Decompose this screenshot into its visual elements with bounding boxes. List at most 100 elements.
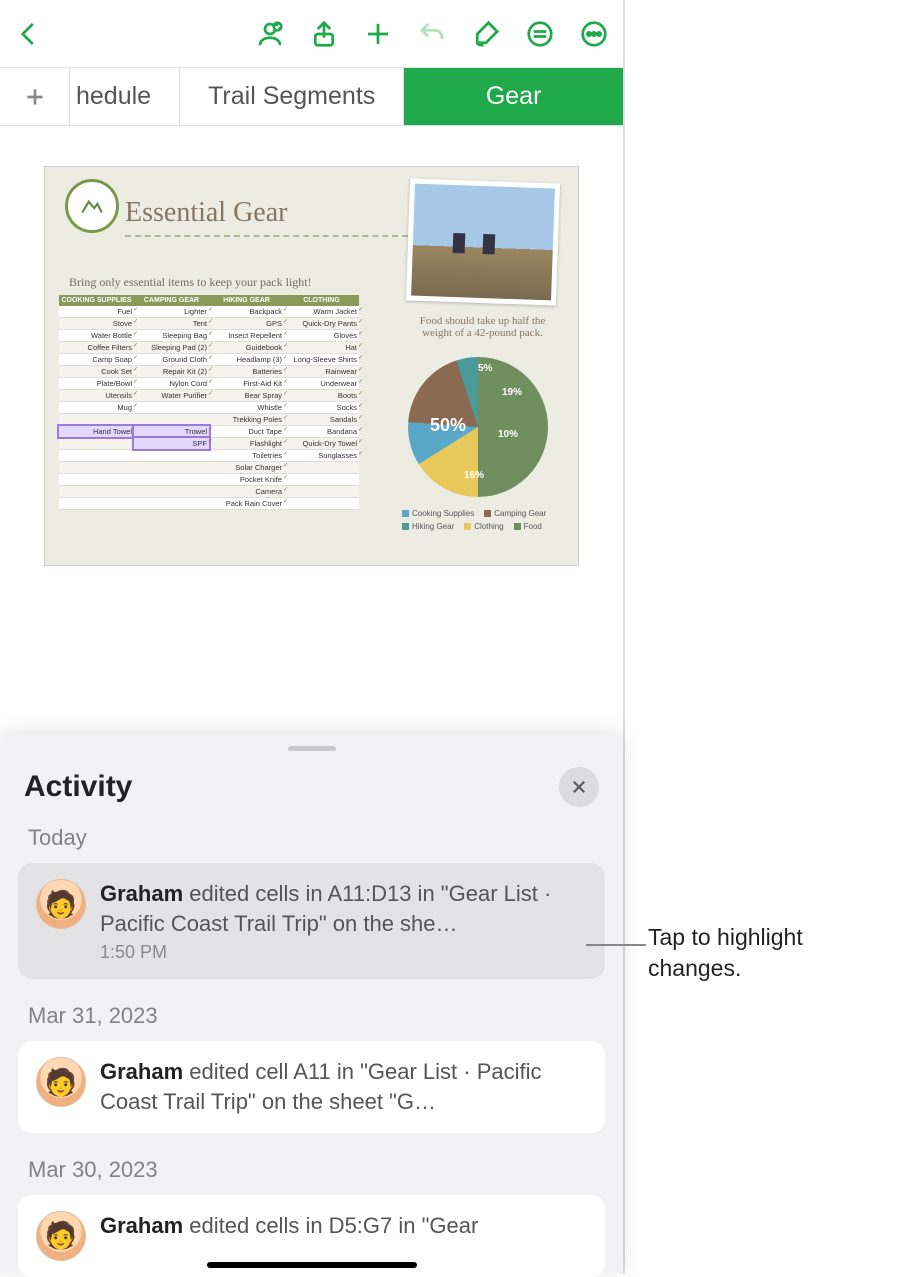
table-row[interactable]: StoveTentGPSQuick-Dry Pants — [59, 318, 359, 330]
table-cell[interactable]: Sleeping Pad (2) — [134, 342, 209, 353]
tab-gear[interactable]: Gear — [404, 68, 623, 125]
table-row[interactable]: SPFFlashlightQuick-Dry Towel — [59, 438, 359, 450]
table-cell[interactable]: SPF — [134, 438, 209, 449]
table-cell[interactable]: Whistle — [209, 402, 284, 413]
table-cell[interactable]: Boots — [284, 390, 359, 401]
table-cell[interactable]: Stove — [59, 318, 134, 329]
table-cell[interactable]: Insect Repellent — [209, 330, 284, 341]
table-cell[interactable]: Trowel — [134, 426, 209, 437]
table-cell[interactable]: GPS — [209, 318, 284, 329]
table-cell[interactable]: Coffee Filters — [59, 342, 134, 353]
table-cell[interactable] — [59, 462, 134, 473]
collaborate-icon[interactable] — [253, 17, 287, 51]
table-cell[interactable]: Hat — [284, 342, 359, 353]
back-icon[interactable] — [12, 17, 46, 51]
table-cell[interactable]: Underwear — [284, 378, 359, 389]
table-row[interactable]: Trekking PolesSandals — [59, 414, 359, 426]
table-row[interactable]: Mug WhistleSocks — [59, 402, 359, 414]
insert-icon[interactable] — [523, 17, 557, 51]
table-cell[interactable] — [284, 486, 359, 497]
table-cell[interactable]: Lighter — [134, 306, 209, 317]
table-row[interactable]: Cook SetRepair Kit (2)BatteriesRainwear — [59, 366, 359, 378]
table-row[interactable]: Solar Charger — [59, 462, 359, 474]
table-cell[interactable]: Pocket Knife — [209, 474, 284, 485]
table-row[interactable]: Pocket Knife — [59, 474, 359, 486]
table-cell[interactable]: Repair Kit (2) — [134, 366, 209, 377]
table-cell[interactable]: Hand Towel — [59, 426, 134, 437]
table-row[interactable]: UtensilsWater PurifierBear SprayBoots — [59, 390, 359, 402]
table-cell[interactable]: Bear Spray — [209, 390, 284, 401]
table-cell[interactable]: Sleeping Bag — [134, 330, 209, 341]
home-indicator[interactable] — [207, 1262, 417, 1268]
table-cell[interactable]: Trekking Poles — [209, 414, 284, 425]
table-cell[interactable]: Long-Sleeve Shirts — [284, 354, 359, 365]
table-cell[interactable] — [59, 498, 134, 509]
table-cell[interactable]: Cook Set — [59, 366, 134, 377]
table-cell[interactable]: Solar Charger — [209, 462, 284, 473]
table-cell[interactable] — [284, 462, 359, 473]
table-row[interactable]: FuelLighterBackpackWarm Jacket — [59, 306, 359, 318]
table-cell[interactable]: Flashlight — [209, 438, 284, 449]
table-cell[interactable] — [59, 414, 134, 425]
table-cell[interactable] — [134, 414, 209, 425]
table-cell[interactable]: Toiletries — [209, 450, 284, 461]
table-cell[interactable]: Tent — [134, 318, 209, 329]
table-cell[interactable]: Ground Cloth — [134, 354, 209, 365]
tab-schedule[interactable]: hedule — [70, 68, 180, 125]
table-cell[interactable]: Warm Jacket — [284, 306, 359, 317]
table-cell[interactable]: Headlamp (3) — [209, 354, 284, 365]
table-cell[interactable]: Mug — [59, 402, 134, 413]
activity-drawer[interactable]: Activity Today🧑Graham edited cells in A1… — [0, 734, 623, 1274]
gear-table[interactable]: COOKING SUPPLIES CAMPING GEAR HIKING GEA… — [59, 295, 359, 510]
table-row[interactable]: Camera — [59, 486, 359, 498]
table-cell[interactable]: Nylon Cord — [134, 378, 209, 389]
tab-trail-segments[interactable]: Trail Segments — [180, 68, 404, 125]
table-cell[interactable] — [284, 474, 359, 485]
table-cell[interactable] — [59, 486, 134, 497]
table-cell[interactable] — [134, 402, 209, 413]
undo-icon[interactable] — [415, 17, 449, 51]
drawer-grabber[interactable] — [288, 746, 336, 751]
table-cell[interactable] — [134, 462, 209, 473]
table-cell[interactable]: Batteries — [209, 366, 284, 377]
more-icon[interactable] — [577, 17, 611, 51]
spreadsheet-canvas[interactable]: Essential Gear Bring only essential item… — [0, 126, 623, 1274]
table-cell[interactable]: Sunglasses — [284, 450, 359, 461]
table-cell[interactable] — [134, 474, 209, 485]
format-brush-icon[interactable] — [469, 17, 503, 51]
table-cell[interactable]: Guidebook — [209, 342, 284, 353]
table-cell[interactable] — [134, 498, 209, 509]
table-cell[interactable]: Plate/Bowl — [59, 378, 134, 389]
add-icon[interactable] — [361, 17, 395, 51]
activity-item[interactable]: 🧑Graham edited cells in A11:D13 in "Gear… — [18, 863, 605, 979]
table-cell[interactable]: Socks — [284, 402, 359, 413]
table-cell[interactable]: Camp Soap — [59, 354, 134, 365]
table-cell[interactable]: Bandana — [284, 426, 359, 437]
share-icon[interactable] — [307, 17, 341, 51]
add-sheet-button[interactable] — [0, 68, 70, 125]
close-button[interactable] — [559, 767, 599, 807]
table-cell[interactable]: Utensils — [59, 390, 134, 401]
table-row[interactable]: Pack Rain Cover — [59, 498, 359, 510]
table-cell[interactable]: Camera — [209, 486, 284, 497]
table-cell[interactable] — [134, 450, 209, 461]
table-cell[interactable] — [59, 474, 134, 485]
table-cell[interactable] — [134, 486, 209, 497]
table-row[interactable]: Plate/BowlNylon CordFirst-Aid KitUnderwe… — [59, 378, 359, 390]
table-cell[interactable]: Duct Tape — [209, 426, 284, 437]
table-cell[interactable]: Pack Rain Cover — [209, 498, 284, 509]
table-row[interactable]: ToiletriesSunglasses — [59, 450, 359, 462]
table-row[interactable]: Coffee FiltersSleeping Pad (2)GuidebookH… — [59, 342, 359, 354]
table-cell[interactable]: First-Aid Kit — [209, 378, 284, 389]
table-row[interactable]: Hand TowelTrowelDuct TapeBandana — [59, 426, 359, 438]
table-cell[interactable]: Water Purifier — [134, 390, 209, 401]
table-cell[interactable] — [59, 438, 134, 449]
table-cell[interactable]: Fuel — [59, 306, 134, 317]
table-cell[interactable] — [59, 450, 134, 461]
table-cell[interactable]: Sandals — [284, 414, 359, 425]
table-cell[interactable]: Backpack — [209, 306, 284, 317]
table-cell[interactable] — [284, 498, 359, 509]
table-row[interactable]: Water BottleSleeping BagInsect Repellent… — [59, 330, 359, 342]
table-cell[interactable]: Gloves — [284, 330, 359, 341]
activity-item[interactable]: 🧑Graham edited cell A11 in "Gear List · … — [18, 1041, 605, 1132]
